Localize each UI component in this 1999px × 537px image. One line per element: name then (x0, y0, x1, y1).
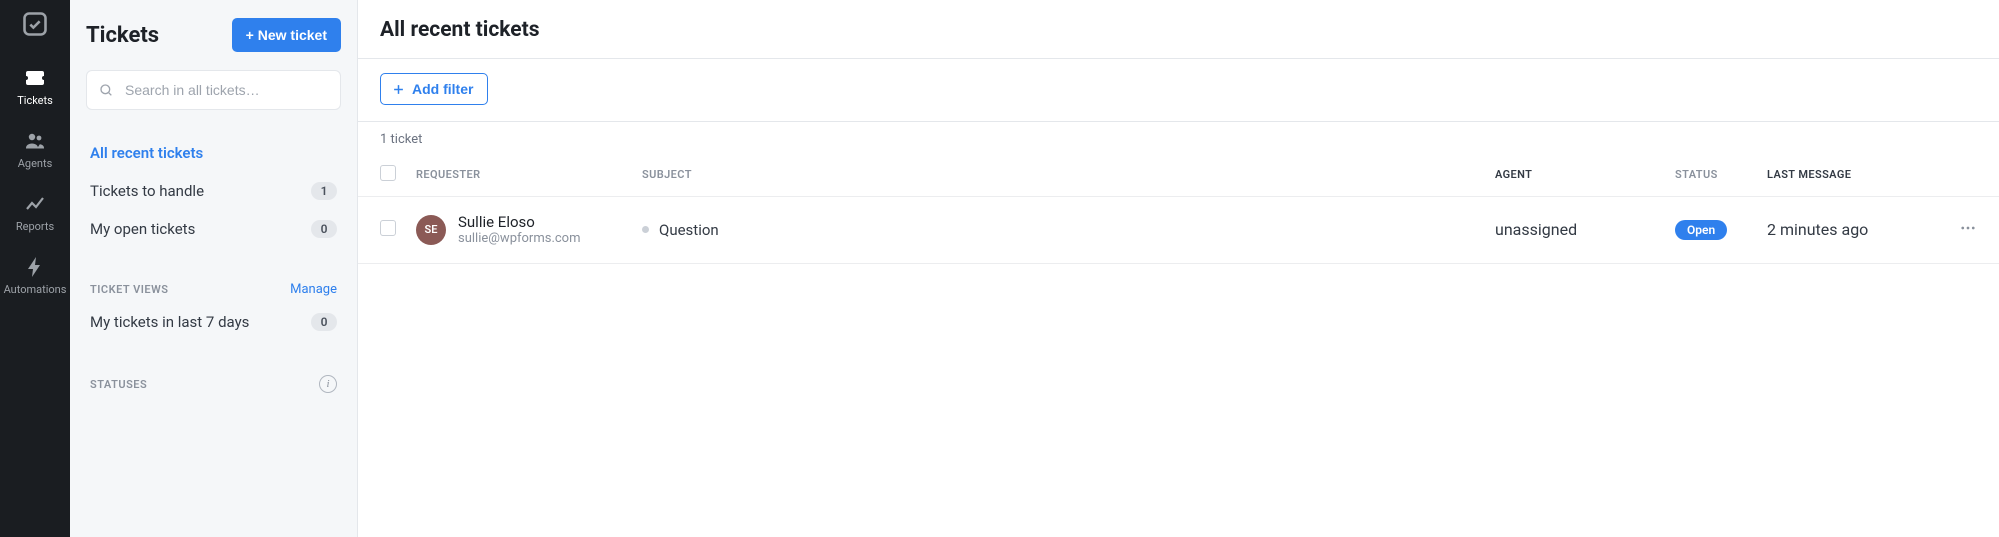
col-requester: REQUESTER (416, 168, 642, 181)
rail-item-automations[interactable]: Automations (0, 245, 70, 308)
main: All recent tickets Add filter 1 ticket R… (358, 0, 1999, 537)
requester-name: Sullie Eloso (458, 213, 581, 231)
col-last-message: LAST MESSAGE (1767, 168, 1947, 181)
nav-label: All recent tickets (90, 144, 203, 162)
app-logo (21, 10, 49, 38)
avatar: SE (416, 215, 446, 245)
nav-label: Tickets to handle (90, 182, 204, 200)
col-agent: AGENT (1495, 168, 1675, 181)
nav-label: My open tickets (90, 220, 195, 238)
status-badge: Open (1675, 220, 1727, 240)
status-dot (642, 226, 649, 233)
nav-label: My tickets in last 7 days (90, 313, 249, 331)
agent-cell: unassigned (1495, 220, 1675, 239)
view-last-7-days[interactable]: My tickets in last 7 days 0 (86, 303, 341, 341)
count-pill: 0 (311, 313, 337, 331)
rail-item-reports[interactable]: Reports (0, 182, 70, 245)
table-row[interactable]: SE Sullie Eloso sullie@wpforms.com Quest… (358, 197, 1999, 264)
sidebar-title: Tickets (86, 23, 159, 48)
section-ticket-views: TICKET VIEWS (90, 283, 169, 296)
select-all-checkbox[interactable] (380, 165, 396, 181)
requester-email: sullie@wpforms.com (458, 231, 581, 247)
sidebar: Tickets + New ticket All recent tickets … (70, 0, 358, 537)
rail-label-automations: Automations (4, 283, 67, 296)
rail-label-agents: Agents (18, 157, 53, 170)
section-statuses: STATUSES (90, 378, 147, 391)
info-icon[interactable]: i (319, 375, 337, 393)
count-pill: 0 (311, 220, 337, 238)
plus-icon (391, 82, 406, 97)
result-count: 1 ticket (358, 122, 1999, 153)
search-input[interactable] (86, 70, 341, 110)
row-checkbox[interactable] (380, 220, 396, 236)
nav-all-recent[interactable]: All recent tickets (86, 134, 341, 172)
col-status: STATUS (1675, 168, 1767, 181)
new-ticket-button[interactable]: + New ticket (232, 18, 341, 52)
search-icon (98, 82, 114, 98)
table-header: REQUESTER SUBJECT AGENT STATUS LAST MESS… (358, 153, 1999, 197)
rail-label-reports: Reports (16, 220, 54, 233)
manage-views-link[interactable]: Manage (290, 282, 337, 297)
rail-item-agents[interactable]: Agents (0, 119, 70, 182)
page-title: All recent tickets (380, 18, 1977, 42)
last-message-cell: 2 minutes ago (1767, 220, 1947, 239)
row-actions-icon[interactable] (1947, 219, 1977, 241)
app-rail: Tickets Agents Reports Automations (0, 0, 70, 537)
add-filter-label: Add filter (412, 81, 473, 97)
nav-to-handle[interactable]: Tickets to handle 1 (86, 172, 341, 210)
add-filter-button[interactable]: Add filter (380, 73, 488, 105)
nav-my-open[interactable]: My open tickets 0 (86, 210, 341, 248)
rail-label-tickets: Tickets (17, 94, 53, 107)
rail-item-tickets[interactable]: Tickets (0, 56, 70, 119)
count-pill: 1 (311, 182, 337, 200)
col-subject: SUBJECT (642, 168, 1495, 181)
subject-text: Question (659, 221, 719, 239)
